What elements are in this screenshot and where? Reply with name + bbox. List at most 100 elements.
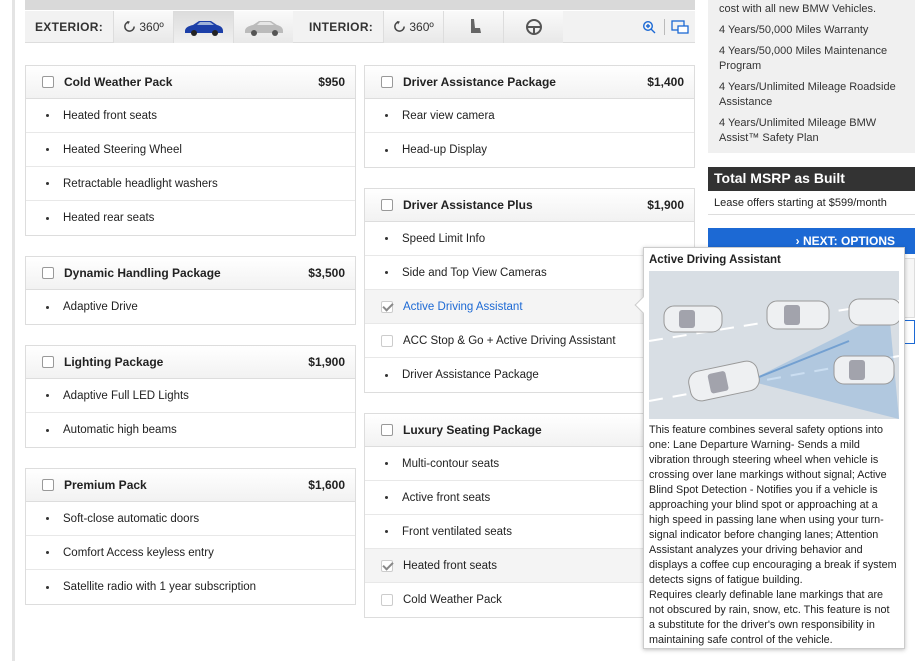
package-header[interactable]: Dynamic Handling Package $3,500: [26, 257, 355, 290]
zoom-button[interactable]: [634, 11, 664, 43]
package-checkbox[interactable]: [42, 479, 54, 491]
item-label: Heated front seats: [63, 109, 157, 122]
exterior-360-label: 360º: [139, 19, 164, 34]
checkbox-icon[interactable]: [381, 334, 393, 347]
car-side-view-icon: [244, 20, 283, 36]
package-title: Driver Assistance Plus: [403, 198, 533, 212]
list-item: Rear view camera: [365, 99, 694, 133]
tooltip-disclaimer: Requires clearly definable lane markings…: [649, 589, 890, 646]
checked-checkbox-icon[interactable]: [381, 300, 393, 313]
package-header[interactable]: Driver Assistance Plus $1,900: [365, 189, 694, 222]
package-price: $1,600: [308, 478, 345, 492]
item-label: Side and Top View Cameras: [402, 266, 547, 279]
rotate-icon: [124, 20, 136, 32]
package-checkbox[interactable]: [42, 76, 54, 88]
fullscreen-button[interactable]: [665, 11, 695, 43]
fullscreen-icon: [671, 19, 689, 34]
package-checkbox[interactable]: [42, 356, 54, 368]
list-item: Heated Steering Wheel: [26, 133, 355, 167]
item-label: Comfort Access keyless entry: [63, 546, 214, 559]
interior-label: INTERIOR:: [309, 19, 374, 34]
exterior-360-button[interactable]: 360º: [113, 10, 174, 43]
lease-offer-text: Lease offers starting at $599/month: [708, 191, 915, 215]
benefit-item: 4 Years/50,000 Miles Warranty: [719, 24, 869, 36]
list-item: Heated rear seats: [26, 201, 355, 235]
list-item: Heated front seats: [26, 99, 355, 133]
package-price: $3,500: [308, 266, 345, 280]
bullet-icon: [385, 496, 388, 499]
package-header[interactable]: Premium Pack $1,600: [26, 469, 355, 502]
package-price: $1,900: [308, 355, 345, 369]
package-title: Premium Pack: [64, 478, 147, 492]
package-checkbox[interactable]: [381, 199, 393, 211]
benefit-item: 4 Years/Unlimited Mileage BMW Assist™ Sa…: [719, 117, 877, 144]
interior-steering-view-button[interactable]: [503, 10, 564, 43]
exterior-front-view-button[interactable]: [173, 10, 234, 43]
list-item: Head-up Display: [365, 133, 694, 167]
tooltip-title: Active Driving Assistant: [649, 254, 781, 266]
item-label: Heated Steering Wheel: [63, 143, 182, 156]
page-frame: [12, 0, 15, 661]
item-label: Multi-contour seats: [402, 457, 500, 470]
item-label: Front ventilated seats: [402, 525, 512, 538]
package-cold-weather-pack: Cold Weather Pack $950 Heated front seat…: [25, 65, 356, 236]
package-driver-assistance: Driver Assistance Package $1,400 Rear vi…: [364, 65, 695, 168]
bullet-icon: [46, 216, 49, 220]
list-item: Adaptive Full LED Lights: [26, 379, 355, 413]
interior-seat-view-button[interactable]: [443, 10, 504, 43]
package-checkbox[interactable]: [381, 76, 393, 88]
list-item: Comfort Access keyless entry: [26, 536, 355, 570]
package-premium-pack: Premium Pack $1,600 Soft-close automatic…: [25, 468, 356, 605]
item-label: Active front seats: [402, 491, 491, 504]
package-price: $1,400: [647, 75, 684, 89]
item-label: Head-up Display: [402, 144, 488, 156]
benefit-item: cost with all new BMW Vehicles.: [719, 3, 877, 15]
item-label: Retractable headlight washers: [63, 177, 218, 190]
package-title: Dynamic Handling Package: [64, 266, 221, 280]
benefit-item: 4 Years/Unlimited Mileage Roadside Assis…: [719, 81, 896, 108]
exterior-label: EXTERIOR:: [35, 19, 104, 34]
bullet-icon: [385, 114, 388, 117]
item-label: Heated rear seats: [63, 212, 155, 224]
benefit-item: 4 Years/50,000 Miles Maintenance Program: [719, 45, 888, 72]
item-label: Heated front seats: [403, 559, 497, 572]
list-item: Retractable headlight washers: [26, 167, 355, 201]
checked-checkbox-icon[interactable]: [381, 559, 393, 572]
package-header[interactable]: Lighting Package $1,900: [26, 346, 355, 379]
seat-icon: [470, 18, 481, 33]
package-price: $1,900: [647, 198, 684, 212]
package-checkbox[interactable]: [381, 424, 393, 436]
view-toolbar: EXTERIOR: 360º INTERIOR: 360º: [25, 10, 695, 43]
bullet-icon: [46, 148, 49, 151]
package-title: Lighting Package: [64, 355, 164, 369]
rotate-icon: [394, 20, 406, 32]
item-label: ACC Stop & Go + Active Driving Assistant: [403, 334, 616, 347]
package-lighting: Lighting Package $1,900 Adaptive Full LE…: [25, 345, 356, 448]
bullet-icon: [385, 271, 388, 274]
bullet-icon: [385, 530, 388, 533]
zoom-in-icon: [642, 20, 656, 33]
item-label: Driver Assistance Package: [402, 369, 539, 381]
bullet-icon: [46, 585, 49, 589]
checkbox-icon[interactable]: [381, 594, 393, 606]
package-header[interactable]: Cold Weather Pack $950: [26, 66, 355, 99]
bullet-icon: [46, 114, 49, 117]
item-label: Adaptive Full LED Lights: [63, 389, 189, 402]
list-item: Automatic high beams: [26, 413, 355, 447]
bullet-icon: [385, 373, 388, 377]
bullet-icon: [46, 551, 49, 554]
steering-wheel-icon: [525, 18, 542, 35]
item-label: Speed Limit Info: [402, 232, 486, 245]
bullet-icon: [385, 148, 388, 152]
car-front-view-icon: [184, 20, 223, 36]
item-label: Adaptive Drive: [63, 301, 138, 313]
item-label: Rear view camera: [402, 109, 495, 122]
package-checkbox[interactable]: [42, 267, 54, 279]
package-header[interactable]: Driver Assistance Package $1,400: [365, 66, 694, 99]
item-label: Active Driving Assistant: [403, 300, 523, 313]
interior-360-button[interactable]: 360º: [383, 10, 444, 43]
exterior-side-view-button[interactable]: [233, 10, 294, 43]
bullet-icon: [46, 517, 49, 520]
feature-illustration: [649, 271, 899, 419]
bullet-icon: [46, 182, 49, 185]
